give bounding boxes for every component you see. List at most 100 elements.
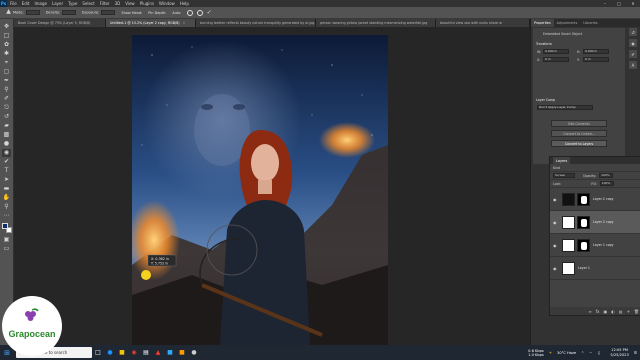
menu-3d[interactable]: 3D	[115, 1, 121, 6]
notification-icon[interactable]: ☰	[634, 351, 637, 355]
menu-file[interactable]: File	[10, 1, 17, 6]
layer-mask-thumbnail[interactable]	[577, 238, 590, 252]
history-brush-tool-icon[interactable]: ↺	[2, 113, 11, 121]
exposure-select[interactable]	[101, 10, 116, 15]
tab-book-cover[interactable]: Book Cover Design @ 75% (Layer 5, RGB/8)	[14, 19, 106, 27]
visibility-eye-icon[interactable]: ◉	[553, 243, 559, 248]
tray-chevron-icon[interactable]: ^	[581, 351, 584, 355]
x-field[interactable]: 0 in	[543, 57, 569, 62]
file-explorer-icon[interactable]: ■	[116, 345, 128, 360]
menu-image[interactable]: Image	[34, 1, 47, 6]
history-panel-icon[interactable]: ↺	[629, 28, 637, 36]
height-field[interactable]: 0.000 in	[583, 49, 609, 54]
burn-tool-icon[interactable]: ▲	[4, 8, 13, 16]
mode-option[interactable]: Mode:	[13, 10, 40, 15]
task-view-icon[interactable]: □	[92, 345, 104, 360]
cancel-icon[interactable]	[196, 9, 203, 16]
edge-icon[interactable]: ●	[104, 345, 116, 360]
layer-mask-thumbnail[interactable]	[577, 215, 590, 229]
menu-filter[interactable]: Filter	[100, 1, 110, 6]
composite-artwork[interactable]: X: 0.362 in Y: 5.752 in	[132, 35, 388, 345]
clock[interactable]: 12:05 PM 5/25/2023	[605, 348, 628, 357]
store-icon[interactable]: ▤	[140, 345, 152, 360]
menu-type[interactable]: Type	[68, 1, 77, 6]
tab-libraries[interactable]: Libraries	[580, 21, 600, 25]
close-icon[interactable]: ✕	[626, 0, 640, 7]
exposure-option[interactable]: Exposure:	[82, 10, 116, 15]
tab-adjustments[interactable]: Adjustments	[554, 21, 581, 25]
y-field[interactable]: 0 in	[583, 57, 609, 62]
edit-contents-button[interactable]: Edit Contents	[551, 120, 607, 127]
layers-tab[interactable]: Layers	[553, 157, 571, 164]
lasso-tool-icon[interactable]: ✿	[2, 41, 11, 49]
visibility-eye-icon[interactable]: ◉	[553, 197, 559, 202]
brush-panel-icon[interactable]: ✐	[629, 50, 637, 58]
shape-tool-icon[interactable]: ▬	[2, 185, 11, 193]
menu-edit[interactable]: Edit	[22, 1, 30, 6]
show-head-option[interactable]: Show Head:	[121, 11, 142, 15]
tab-untitled-1[interactable]: Untitled-1 @ 15.2% (Layer 2 copy, RGB/8)…	[106, 19, 196, 27]
color-swatches[interactable]	[1, 223, 12, 233]
menu-plugins[interactable]: Plugins	[140, 1, 154, 6]
hand-tool-icon[interactable]: ✋	[2, 194, 11, 202]
tab-close-icon[interactable]: ×	[183, 21, 186, 25]
link-layers-icon[interactable]: ∞	[588, 309, 591, 314]
pin-depth-option[interactable]: Pin Depth:	[148, 11, 166, 15]
tab-burning-leather[interactable]: burning leather reflects beauty nature t…	[196, 19, 316, 27]
menu-layer[interactable]: Layer	[52, 1, 63, 6]
blur-tool-icon[interactable]: ●	[2, 140, 11, 148]
commit-check-icon[interactable]: ✓	[207, 9, 212, 16]
healing-brush-tool-icon[interactable]: ⚲	[2, 86, 11, 94]
mode-select[interactable]	[25, 10, 40, 15]
volume-icon[interactable]: ♫	[597, 351, 600, 355]
density-option[interactable]: Density:	[46, 10, 76, 15]
new-layer-icon[interactable]: +	[627, 309, 630, 314]
delete-layer-icon[interactable]: 🗑	[634, 309, 639, 314]
pen-tool-icon[interactable]: ✔	[2, 158, 11, 166]
illustrator-taskbar-icon[interactable]: ■	[176, 345, 188, 360]
brush-tool-icon[interactable]: ✐	[2, 95, 11, 103]
adobe-cc-icon[interactable]: ▲	[152, 345, 164, 360]
crop-tool-icon[interactable]: ⌖	[2, 59, 11, 67]
quick-mask-icon[interactable]: ▣	[2, 236, 11, 244]
dodge-burn-tool-icon[interactable]: ◉	[2, 149, 11, 157]
tab-sea-rocks[interactable]: beautiful view sea with rocks shore w	[436, 19, 530, 27]
auto-option[interactable]: Auto	[172, 11, 180, 15]
visibility-eye-icon[interactable]: ◉	[553, 220, 559, 225]
gradient-tool-icon[interactable]: ▩	[2, 131, 11, 139]
weather-text[interactable]: 30°C Haze	[557, 351, 576, 355]
convert-layers-button[interactable]: Convert to Layers	[551, 140, 607, 147]
foreground-color-swatch[interactable]	[1, 223, 8, 229]
canvas-workspace[interactable]: X: 0.362 in Y: 5.752 in	[14, 27, 530, 345]
more-tools-icon[interactable]: ⋯	[2, 212, 11, 220]
layer-mask-thumbnail[interactable]	[577, 192, 590, 206]
photoshop-taskbar-icon[interactable]: ■	[164, 345, 176, 360]
opacity-field[interactable]: 100%	[599, 173, 614, 178]
kind-filter[interactable]: Kind	[553, 166, 560, 170]
layer-row[interactable]: ◉ Layer 2 copy	[550, 188, 640, 211]
minimize-icon[interactable]: –	[598, 0, 612, 7]
density-select[interactable]	[61, 10, 76, 15]
path-select-tool-icon[interactable]: ➤	[2, 176, 11, 184]
screen-mode-icon[interactable]: ▭	[2, 245, 11, 253]
group-icon[interactable]: ▤	[619, 309, 623, 314]
menu-view[interactable]: View	[125, 1, 135, 6]
blend-mode-select[interactable]: Screen	[553, 173, 575, 178]
fx-icon[interactable]: fx	[596, 309, 600, 314]
wifi-icon[interactable]: ∼	[589, 351, 592, 355]
maximize-icon[interactable]: □	[612, 0, 626, 7]
color-panel-icon[interactable]: ◉	[629, 39, 637, 47]
width-field[interactable]: 0.000 in	[543, 49, 569, 54]
type-tool-icon[interactable]: T	[2, 167, 11, 175]
menu-help[interactable]: Help	[180, 1, 189, 6]
chrome-icon[interactable]: ◉	[128, 345, 140, 360]
tab-properties[interactable]: Properties	[531, 19, 554, 27]
app-icon[interactable]: ●	[188, 345, 200, 360]
character-panel-icon[interactable]: A	[629, 61, 637, 69]
move-tool-icon[interactable]: ✥	[2, 23, 11, 31]
fill-field[interactable]: 100%	[599, 181, 614, 186]
tab-waterfall[interactable]: person wearing yellow jacket standing me…	[316, 19, 436, 27]
menu-window[interactable]: Window	[159, 1, 175, 6]
menu-select[interactable]: Select	[82, 1, 94, 6]
weather-icon[interactable]: ☀	[549, 351, 552, 355]
